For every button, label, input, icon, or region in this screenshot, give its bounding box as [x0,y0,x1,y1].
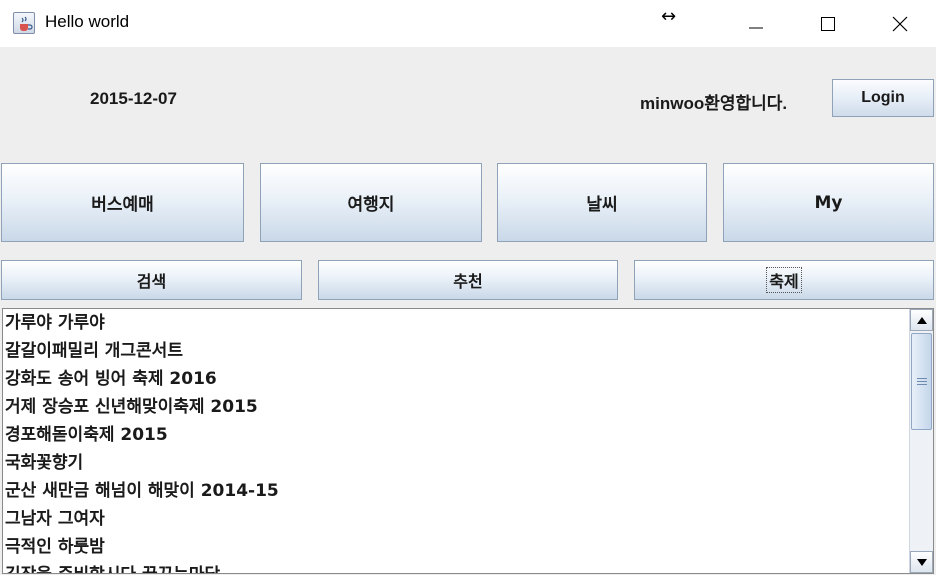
window-title-bar[interactable]: Hello world ↔ [0,0,936,47]
arrow-down-icon [916,558,927,566]
minimize-button[interactable] [720,0,792,47]
welcome-message: minwoo환영합니다. [640,94,788,113]
tab-search[interactable]: 검색 [1,260,302,300]
resize-cursor-icon: ↔ [661,6,677,27]
scroll-down-button[interactable] [910,551,933,573]
scrollbar-thumb[interactable] [911,333,932,430]
close-button[interactable] [864,0,936,47]
date-label: 2015-12-07 [90,89,177,108]
tab-festival-label: 축제 [766,267,802,293]
window-title: Hello world [45,12,130,31]
weather-button[interactable]: 날씨 [497,163,707,242]
maximize-button[interactable] [792,0,864,47]
list-item[interactable]: 거제 장승포 신년해맞이축제 2015 [3,393,908,421]
my-button[interactable]: My [723,163,934,242]
list-item[interactable]: 극적인 하룻밤 [3,533,908,561]
tab-festival[interactable]: 축제 [634,260,934,300]
festival-list-box[interactable]: 가루야 가루야 갈갈이패밀리 개그콘서트 강화도 송어 빙어 축제 2016 거… [2,308,934,574]
list-item[interactable]: 김장을 준비합시다 꿈꾸는마당 [3,561,908,573]
list-item[interactable]: 그남자 그여자 [3,505,908,533]
vertical-scrollbar[interactable] [909,309,933,573]
grip-icon [916,378,927,385]
list-item[interactable]: 가루야 가루야 [3,309,908,337]
close-icon [892,16,908,31]
arrow-up-icon [916,316,927,324]
login-button[interactable]: Login [832,79,934,117]
bus-reservation-button[interactable]: 버스예매 [1,163,244,242]
scroll-up-button[interactable] [910,309,933,331]
java-coffee-icon [13,12,35,34]
list-item[interactable]: 갈갈이패밀리 개그콘서트 [3,337,908,365]
list-item[interactable]: 경포해돋이축제 2015 [3,421,908,449]
maximize-icon [821,16,835,31]
list-item[interactable]: 군산 새만금 해넘이 해맞이 2014-15 [3,477,908,505]
main-panel: 2015-12-07 minwoo환영합니다. Login 버스예매 여행지 날… [0,47,936,575]
list-item[interactable]: 국화꽃향기 [3,449,908,477]
travel-destination-button[interactable]: 여행지 [260,163,482,242]
festival-list[interactable]: 가루야 가루야 갈갈이패밀리 개그콘서트 강화도 송어 빙어 축제 2016 거… [3,309,908,573]
tab-recommend[interactable]: 추천 [318,260,618,300]
list-item[interactable]: 강화도 송어 빙어 축제 2016 [3,365,908,393]
minimize-icon [749,27,763,28]
